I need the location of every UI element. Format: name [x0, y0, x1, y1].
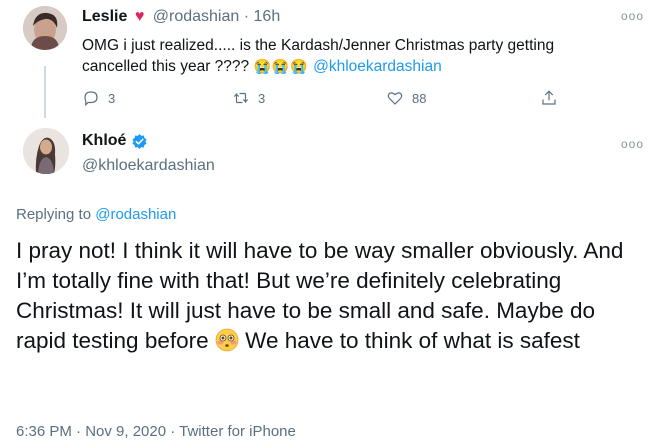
crying-emoji-icon: 😭: [253, 58, 271, 74]
verified-badge-icon: [132, 133, 148, 149]
crying-emoji-icon: 😭: [271, 58, 290, 74]
reply-author-name[interactable]: Leslie: [82, 8, 127, 25]
like-count: 88: [412, 90, 427, 106]
share-button[interactable]: [540, 89, 558, 107]
reply-author-handle[interactable]: @rodashian: [153, 8, 240, 25]
retweet-button[interactable]: 3: [232, 89, 265, 107]
heart-emoji-icon: ♥: [134, 8, 145, 25]
main-text-part2: We have to think of what is safest: [245, 328, 580, 353]
mention-link[interactable]: @khloekardashian: [313, 58, 442, 75]
replying-to-prefix: Replying to: [16, 206, 92, 223]
avatar-khloe[interactable]: [23, 128, 69, 174]
avatar-khloe-image: [23, 128, 69, 174]
heart-outline-icon: [387, 92, 403, 105]
share-icon: [542, 90, 556, 105]
main-author-name-row: Khloé: [82, 132, 148, 150]
retweet-icon: [233, 92, 249, 104]
reply-button[interactable]: 3: [82, 89, 115, 107]
header-separator: ·: [243, 8, 250, 25]
thread-connector-line: [44, 66, 46, 118]
tweet-timestamp[interactable]: 6:36 PM · Nov 9, 2020 · Twitter for iPho…: [16, 423, 296, 440]
like-button[interactable]: 88: [386, 89, 426, 107]
more-dots-icon[interactable]: ooo: [621, 137, 644, 151]
more-dots-icon[interactable]: ooo: [621, 9, 644, 23]
reply-tweet-actions: 3 3 88: [82, 89, 582, 109]
main-author-handle[interactable]: @khloekardashian: [82, 157, 215, 175]
reply-tweet-header: Leslie ♥ @rodashian · 16h: [82, 7, 280, 27]
avatar-leslie-image: [23, 6, 67, 50]
main-tweet-text: I pray not! I think it will have to be w…: [16, 236, 646, 356]
reply-time[interactable]: 16h: [254, 8, 281, 25]
replying-to-mention[interactable]: @rodashian: [95, 206, 176, 223]
main-author-name[interactable]: Khloé: [82, 132, 126, 150]
reply-count: 3: [108, 90, 116, 106]
crying-emoji-icon: 😭: [290, 58, 308, 74]
reply-icon: [84, 91, 98, 107]
replying-to-line: Replying to @rodashian: [16, 206, 176, 223]
avatar-leslie[interactable]: [23, 6, 67, 50]
reply-tweet-text: OMG i just realized..... is the Kardash/…: [82, 35, 592, 77]
flushed-face-emoji-icon: [215, 328, 239, 352]
retweet-count: 3: [258, 90, 266, 106]
